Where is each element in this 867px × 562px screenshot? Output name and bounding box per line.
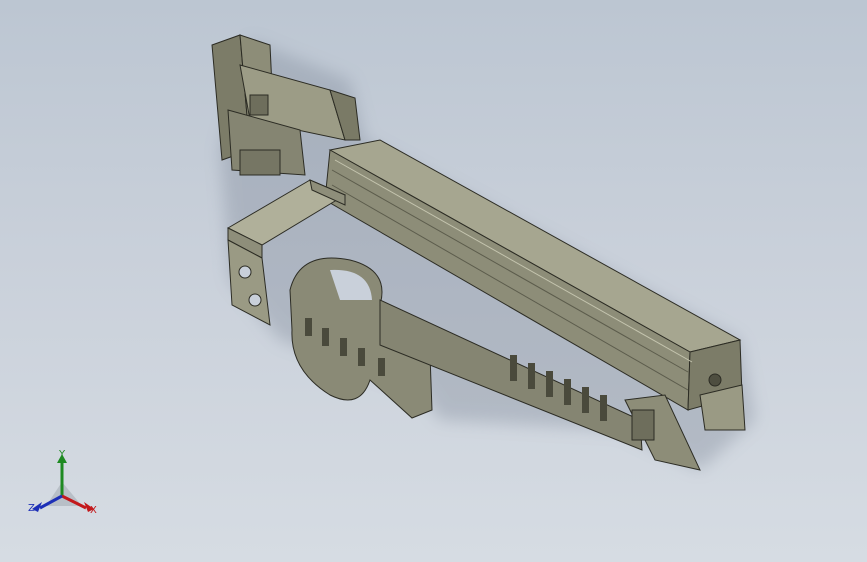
x-axis-label: X — [90, 505, 97, 516]
linear-actuator-model[interactable] — [0, 0, 867, 562]
y-axis-label: Y — [59, 449, 66, 460]
cad-3d-viewport[interactable]: Y Z X — [0, 0, 867, 562]
axis-triad: Y Z X — [22, 446, 112, 526]
axis-triad-graphic — [32, 454, 94, 512]
z-axis-label: Z — [28, 503, 35, 514]
